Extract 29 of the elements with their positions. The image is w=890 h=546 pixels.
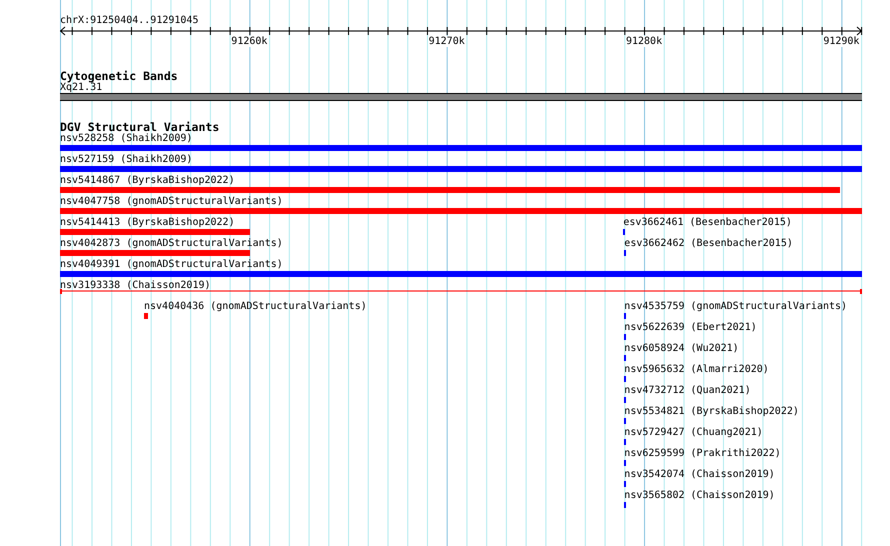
variant-label: nsv5414413 (ByrskaBishop2022) [60,217,235,228]
tick-label: 91260k [231,36,268,47]
variant-label: nsv3542074 (Chaisson2019) [624,469,775,480]
variant-label: nsv4047758 (gnomADStructuralVariants) [60,196,283,207]
variant-label: nsv3193338 (Chaisson2019) [60,280,211,291]
variant-label: nsv4732712 (Quan2021) [624,385,751,396]
band-label: Xq21.31 [60,82,102,93]
variant-label: nsv527159 (Shaikh2009) [60,154,192,165]
variant-label: nsv5414867 (ByrskaBishop2022) [60,175,235,186]
variant-label: nsv3565802 (Chaisson2019) [624,490,775,501]
location-label: chrX:91250404..91291045 [60,15,198,26]
variant-label: nsv5729427 (Chuang2021) [624,427,763,438]
variant-label: nsv6259599 (Prakrithi2022) [624,448,781,459]
variant-label: nsv6058924 (Wu2021) [624,343,739,354]
variant-label: nsv4049391 (gnomADStructuralVariants) [60,259,283,270]
track-title: DGV Structural Variants [60,121,220,133]
variant-label: nsv4535759 (gnomADStructuralVariants) [624,301,848,312]
variant-label: nsv5965632 (Almarri2020) [624,364,769,375]
tick-label: 91280k [626,36,662,47]
variant-label: nsv4042873 (gnomADStructuralVariants) [60,238,283,249]
variant-label: esv3662462 (Besenbacher2015) [624,238,793,249]
tick-label: 91270k [428,36,465,47]
variant-label: nsv528258 (Shaikh2009) [60,133,192,144]
tick-label: 91290k [823,36,860,47]
variant-label: esv3662461 (Besenbacher2015) [623,217,792,228]
variant-label: nsv4040436 (gnomADStructuralVariants) [144,301,367,312]
variant-label: nsv5622639 (Ebert2021) [624,322,757,333]
track-title: Cytogenetic Bands [60,70,178,82]
variant-label: nsv5534821 (ByrskaBishop2022) [624,406,799,417]
